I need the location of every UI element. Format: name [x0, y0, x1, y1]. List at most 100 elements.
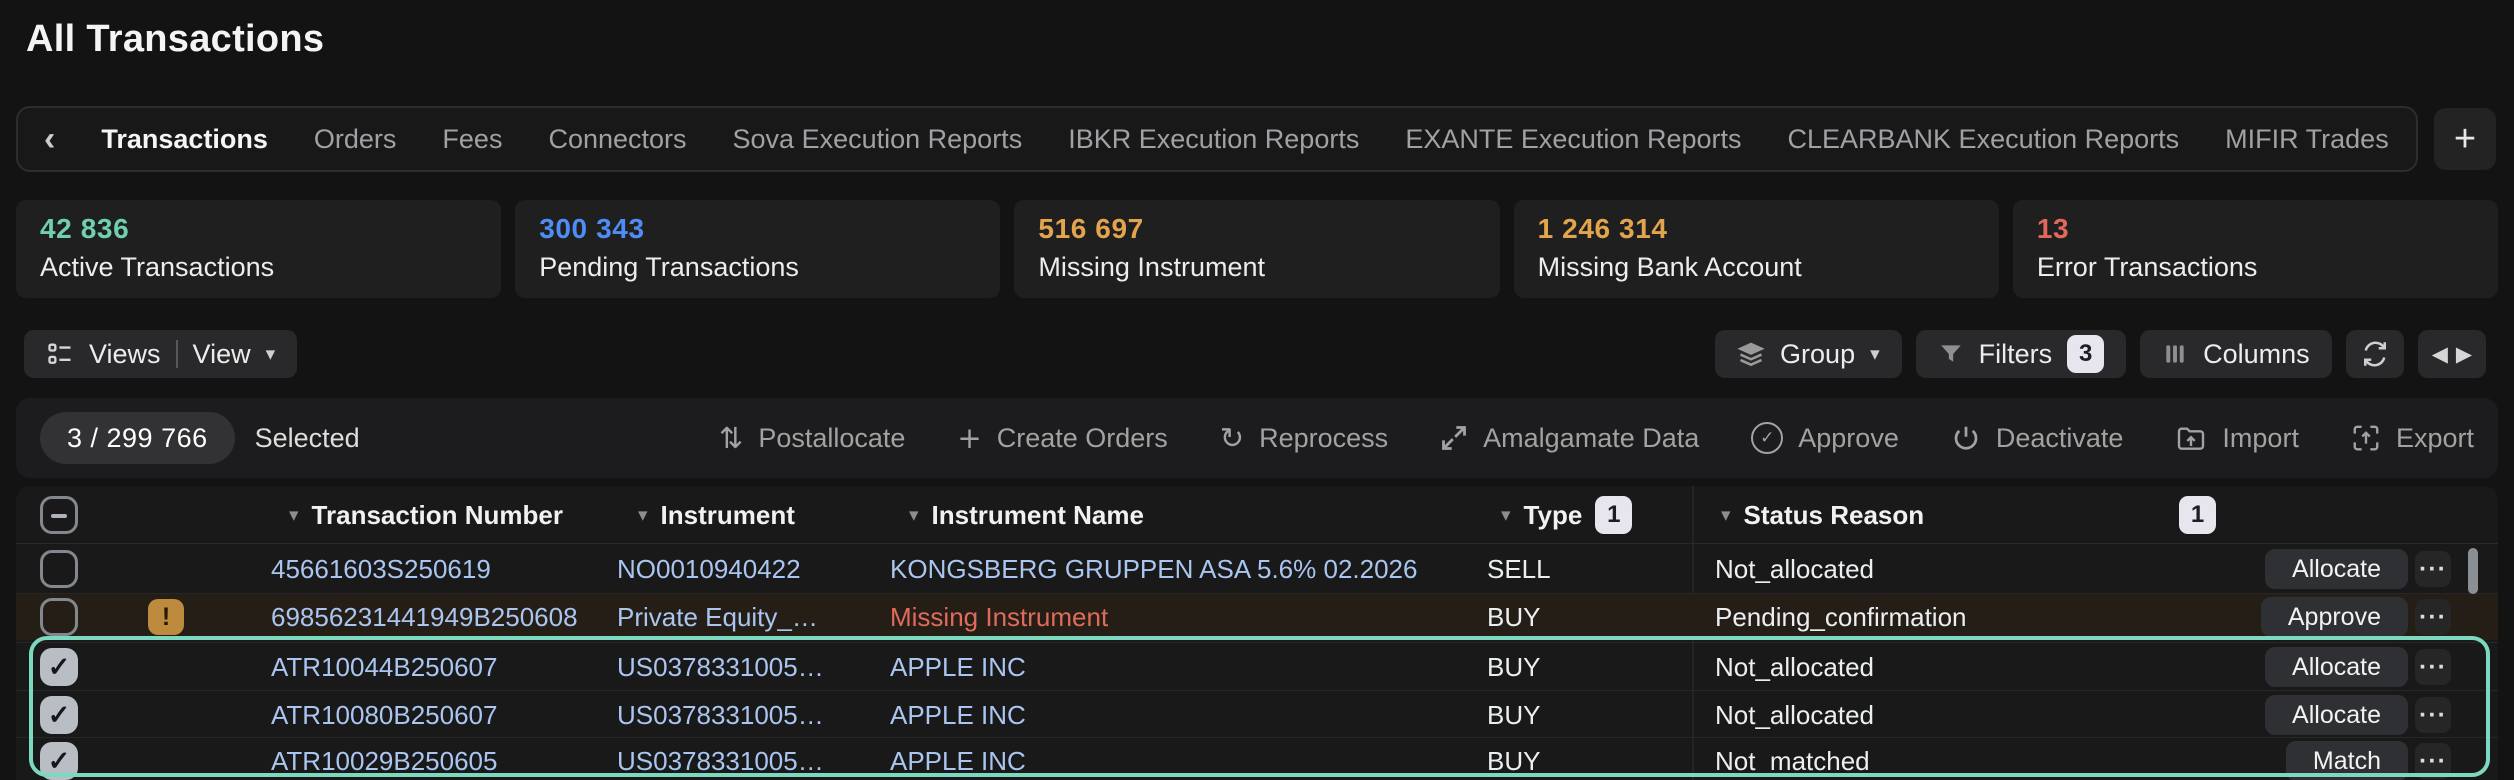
column-pager-button[interactable]: ◀ ▶	[2418, 330, 2486, 378]
current-view-label: View	[193, 339, 251, 370]
stat-value: 516 697	[1038, 213, 1475, 245]
tab-connectors[interactable]: Connectors	[548, 124, 686, 155]
row-checkbox[interactable]	[40, 742, 78, 780]
row-checkbox[interactable]	[40, 648, 78, 686]
status-reason-filter-count-badge: 1	[2179, 496, 2216, 534]
column-header-instrument[interactable]: ▾ Instrument	[638, 486, 795, 544]
type-filter-count-badge: 1	[1595, 496, 1632, 534]
tab-clearbank-execution-reports[interactable]: CLEARBANK Execution Reports	[1788, 124, 2180, 155]
amalgamate-data-button[interactable]: Amalgamate Data	[1440, 423, 1699, 454]
amalgamate-data-label: Amalgamate Data	[1483, 423, 1699, 454]
tab-transactions[interactable]: Transactions	[101, 124, 268, 155]
stat-card-missing-instrument[interactable]: 516 697 Missing Instrument	[1014, 200, 1499, 298]
tab-mifir-trades[interactable]: MIFIR Trades	[2225, 124, 2389, 155]
swap-vertical-icon: ⇅	[719, 424, 743, 453]
views-button[interactable]: Views View ▾	[24, 330, 297, 378]
select-all-checkbox[interactable]	[40, 496, 78, 534]
postallocate-label: Postallocate	[758, 423, 905, 454]
columns-button[interactable]: Columns	[2140, 330, 2332, 378]
transaction-number-link[interactable]: ATR10029B250605	[271, 738, 497, 780]
column-header-type[interactable]: ▾ Type 1	[1501, 486, 1632, 544]
table-row: 45661603S250619 NO0010940422 KONGSBERG G…	[16, 546, 2498, 592]
create-orders-button[interactable]: + Create Orders	[957, 423, 1167, 454]
vertical-scrollbar[interactable]	[2468, 548, 2478, 594]
approve-button[interactable]: ✓ Approve	[1751, 422, 1899, 454]
all-transactions-page: All Transactions ‹ Transactions Orders F…	[0, 0, 2514, 780]
columns-label: Columns	[2203, 339, 2310, 370]
type-cell: BUY	[1487, 692, 1540, 738]
postallocate-button[interactable]: ⇅ Postallocate	[719, 423, 905, 454]
row-more-icon[interactable]: ···	[2415, 551, 2451, 587]
column-menu-icon[interactable]: ▾	[289, 504, 299, 526]
allocate-button[interactable]: Allocate	[2265, 647, 2408, 687]
folder-upload-icon	[2175, 422, 2207, 454]
allocate-button[interactable]: Allocate	[2265, 549, 2408, 589]
tabs-scroll-left-icon[interactable]: ‹	[44, 122, 55, 156]
selected-label: Selected	[255, 423, 360, 454]
refresh-button[interactable]	[2346, 330, 2404, 378]
allocate-button[interactable]: Allocate	[2265, 695, 2408, 735]
reprocess-button[interactable]: ↻ Reprocess	[1220, 423, 1388, 454]
instrument-cell[interactable]: Private Equity_…	[617, 594, 818, 640]
column-menu-icon[interactable]: ▾	[1501, 504, 1511, 526]
row-divider	[16, 642, 2498, 643]
bulk-actions: ⇅ Postallocate + Create Orders ↻ Reproce…	[719, 422, 2474, 454]
tab-exante-execution-reports[interactable]: EXANTE Execution Reports	[1405, 124, 1741, 155]
instrument-cell[interactable]: US0378331005…	[617, 644, 824, 690]
filters-button[interactable]: Filters 3	[1916, 330, 2127, 378]
tab-ibkr-execution-reports[interactable]: IBKR Execution Reports	[1068, 124, 1359, 155]
approve-label: Approve	[1798, 423, 1899, 454]
status-reason-cell: Not_matched	[1715, 738, 1870, 780]
import-label: Import	[2222, 423, 2299, 454]
stat-value: 13	[2037, 213, 2474, 245]
stat-card-pending-transactions[interactable]: 300 343 Pending Transactions	[515, 200, 1000, 298]
export-button[interactable]: Export	[2351, 423, 2474, 454]
column-menu-icon[interactable]: ▾	[909, 504, 919, 526]
export-box-icon	[2351, 423, 2381, 453]
column-header-status-reason[interactable]: ▾ Status Reason	[1721, 486, 1924, 544]
stat-label: Pending Transactions	[539, 252, 976, 283]
row-more-icon[interactable]: ···	[2415, 649, 2451, 685]
stat-label: Missing Instrument	[1038, 252, 1475, 283]
stat-card-error-transactions[interactable]: 13 Error Transactions	[2013, 200, 2498, 298]
views-list-icon	[46, 340, 74, 368]
group-button[interactable]: Group ▾	[1715, 330, 1902, 378]
row-more-icon[interactable]: ···	[2415, 697, 2451, 733]
stat-value: 300 343	[539, 213, 976, 245]
approve-row-button[interactable]: Approve	[2261, 597, 2408, 637]
transaction-number-link[interactable]: 45661603S250619	[271, 546, 491, 592]
import-button[interactable]: Import	[2175, 422, 2299, 454]
instrument-cell[interactable]: US0378331005…	[617, 738, 824, 780]
instrument-cell[interactable]: NO0010940422	[617, 546, 801, 592]
page-left-icon[interactable]: ◀	[2432, 342, 2448, 367]
column-menu-icon[interactable]: ▾	[638, 504, 648, 526]
row-checkbox[interactable]	[40, 550, 78, 588]
add-tab-button[interactable]: +	[2434, 108, 2496, 170]
create-orders-label: Create Orders	[997, 423, 1168, 454]
column-menu-icon[interactable]: ▾	[1721, 504, 1731, 526]
transaction-number-link[interactable]: 69856231441949B250608	[271, 594, 578, 640]
stat-card-missing-bank-account[interactable]: 1 246 314 Missing Bank Account	[1514, 200, 1999, 298]
row-more-icon[interactable]: ···	[2415, 743, 2451, 779]
match-button[interactable]: Match	[2286, 741, 2408, 780]
tab-orders[interactable]: Orders	[314, 124, 397, 155]
transaction-number-link[interactable]: ATR10080B250607	[271, 692, 497, 738]
row-checkbox[interactable]	[40, 598, 78, 636]
column-header-instrument-name[interactable]: ▾ Instrument Name	[909, 486, 1144, 544]
warning-icon: !	[148, 599, 184, 635]
column-header-transaction-number[interactable]: ▾ Transaction Number	[289, 486, 563, 544]
row-more-icon[interactable]: ···	[2415, 599, 2451, 635]
instrument-cell[interactable]: US0378331005…	[617, 692, 824, 738]
stat-card-active-transactions[interactable]: 42 836 Active Transactions	[16, 200, 501, 298]
chevron-down-icon: ▾	[1870, 343, 1880, 366]
row-checkbox[interactable]	[40, 696, 78, 734]
tab-sova-execution-reports[interactable]: Sova Execution Reports	[733, 124, 1023, 155]
deactivate-button[interactable]: Deactivate	[1951, 423, 2124, 454]
transaction-number-link[interactable]: ATR10044B250607	[271, 644, 497, 690]
selection-bar: 3 / 299 766 Selected ⇅ Postallocate + Cr…	[16, 398, 2498, 478]
tab-fees[interactable]: Fees	[442, 124, 502, 155]
columns-icon	[2162, 341, 2188, 367]
instrument-name-cell: KONGSBERG GRUPPEN ASA 5.6% 02.2026	[890, 546, 1417, 592]
page-right-icon[interactable]: ▶	[2456, 342, 2472, 367]
table-header-row: ▾ Transaction Number ▾ Instrument ▾ Inst…	[16, 486, 2498, 544]
